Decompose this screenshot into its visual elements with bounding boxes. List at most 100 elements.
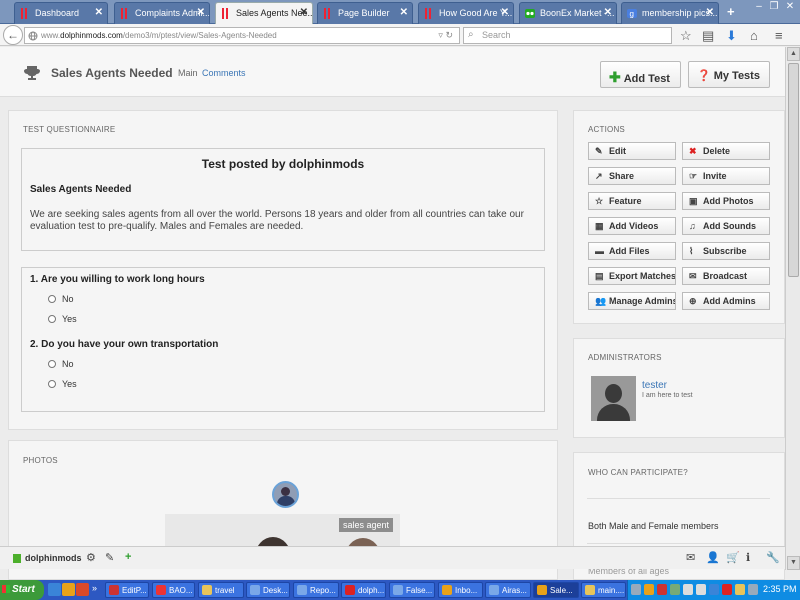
radio-button[interactable]: [48, 295, 56, 303]
menu-icon[interactable]: ≡: [775, 28, 783, 43]
desktop-icon[interactable]: [48, 583, 61, 596]
share-button[interactable]: ↗ Share: [588, 167, 676, 185]
home-icon[interactable]: ⌂: [750, 28, 758, 43]
bookmarks-list-icon[interactable]: ▤: [702, 28, 714, 44]
add-files-button[interactable]: ▬ Add Files: [588, 242, 676, 260]
photo-thumbnail[interactable]: [272, 481, 299, 508]
radio-button[interactable]: [48, 380, 56, 388]
tab-complaints[interactable]: Complaints Admi... ✕: [114, 2, 210, 24]
add-videos-button[interactable]: ▦ Add Videos: [588, 217, 676, 235]
feature-button[interactable]: ☆ Feature: [588, 192, 676, 210]
taskbar-item[interactable]: BAO...: [152, 582, 195, 598]
task-label: main....: [598, 586, 625, 595]
chevron-icon[interactable]: »: [92, 583, 97, 593]
export-matches-button[interactable]: ▤ Export Matches: [588, 267, 676, 285]
compose-icon[interactable]: ✎: [105, 551, 114, 564]
cart-icon[interactable]: 🛒: [726, 551, 740, 564]
taskbar-item[interactable]: travel: [198, 582, 244, 598]
firefox-icon[interactable]: [62, 583, 75, 596]
close-icon[interactable]: ✕: [300, 7, 308, 18]
radio-button[interactable]: [48, 360, 56, 368]
invite-button[interactable]: ☞ Invite: [682, 167, 770, 185]
back-button[interactable]: ←: [3, 25, 23, 45]
manage-admins-button[interactable]: 👥 Manage Admins: [588, 292, 676, 310]
shield-icon[interactable]: [735, 584, 745, 595]
tray-icon[interactable]: [631, 584, 641, 595]
tab-membership-pics[interactable]: g membership pics... ✕: [621, 2, 719, 24]
close-window-icon[interactable]: ✕: [783, 1, 797, 15]
tab-how-good[interactable]: How Good Are Y... ✕: [418, 2, 514, 24]
tab-sales-agents[interactable]: Sales Agents Nee... ✕: [215, 2, 313, 24]
scroll-down-icon[interactable]: ▼: [787, 556, 800, 570]
broadcast-button[interactable]: ✉ Broadcast: [682, 267, 770, 285]
button-label: Edit: [609, 146, 626, 156]
subscribe-button[interactable]: ⌇ Subscribe: [682, 242, 770, 260]
boonex-icon: [525, 9, 535, 18]
answer-option[interactable]: Yes: [48, 379, 77, 389]
wrench-icon[interactable]: 🔧: [766, 551, 780, 564]
tray-icon[interactable]: [683, 584, 693, 595]
info-icon[interactable]: ℹ: [746, 551, 750, 564]
download-icon[interactable]: ⬇: [726, 28, 737, 44]
add-photos-button[interactable]: ▣ Add Photos: [682, 192, 770, 210]
close-icon[interactable]: ✕: [604, 7, 612, 18]
taskbar-item[interactable]: False...: [389, 582, 435, 598]
bookmark-star-icon[interactable]: ☆: [680, 28, 692, 44]
new-tab-button[interactable]: +: [727, 4, 735, 19]
add-sounds-button[interactable]: ♫ Add Sounds: [682, 217, 770, 235]
plus-icon[interactable]: +: [125, 551, 131, 563]
answer-option[interactable]: No: [48, 359, 74, 369]
vertical-scrollbar[interactable]: ▲ ▼: [785, 47, 800, 570]
user-icon[interactable]: 👤: [706, 551, 720, 564]
nav-comments-link[interactable]: Comments: [202, 68, 246, 78]
add-test-button[interactable]: ✚ Add Test: [600, 61, 681, 88]
add-admins-button[interactable]: ⊕ Add Admins: [682, 292, 770, 310]
minimize-icon[interactable]: –: [752, 1, 766, 15]
delete-button[interactable]: ✖ Delete: [682, 142, 770, 160]
tab-dashboard[interactable]: Dashboard ✕: [14, 2, 108, 24]
taskbar-item[interactable]: Repo...: [293, 582, 339, 598]
scrollbar-thumb[interactable]: [788, 63, 799, 277]
volume-icon[interactable]: [748, 584, 758, 595]
close-icon[interactable]: ✕: [95, 7, 103, 18]
taskbar-item-active[interactable]: Sale...: [533, 582, 579, 598]
tray-icon[interactable]: [644, 584, 654, 595]
tray-icon[interactable]: [709, 584, 719, 595]
nav-main-link[interactable]: Main: [178, 68, 198, 78]
taskbar-item[interactable]: EditP...: [105, 582, 149, 598]
taskbar-item[interactable]: main....: [581, 582, 626, 598]
url-bar[interactable]: www.dolphinmods.com/demo3/m/ptest/view/S…: [24, 27, 460, 44]
close-icon[interactable]: ✕: [501, 7, 509, 18]
taskbar-item[interactable]: dolph...: [341, 582, 386, 598]
radio-button[interactable]: [48, 315, 56, 323]
envelope-icon[interactable]: ✉: [686, 551, 695, 564]
dropdown-arrow-icon[interactable]: ▿: [438, 30, 443, 40]
avatar[interactable]: [591, 376, 636, 421]
tray-icon[interactable]: [696, 584, 706, 595]
site-username[interactable]: dolphinmods: [25, 553, 82, 563]
tray-icon[interactable]: [657, 584, 667, 595]
taskbar-item[interactable]: Inbo...: [438, 582, 483, 598]
admin-name-link[interactable]: tester: [642, 380, 667, 391]
taskbar-item[interactable]: Airas...: [485, 582, 531, 598]
tray-icon[interactable]: [670, 584, 680, 595]
tab-page-builder[interactable]: Page Builder ✕: [317, 2, 413, 24]
photo-icon: ▣: [689, 196, 698, 206]
close-icon[interactable]: ✕: [706, 7, 714, 18]
my-tests-button[interactable]: ❓ My Tests: [688, 61, 770, 88]
answer-option[interactable]: Yes: [48, 314, 77, 324]
close-icon[interactable]: ✕: [197, 7, 205, 18]
close-icon[interactable]: ✕: [400, 7, 408, 18]
answer-option[interactable]: No: [48, 294, 74, 304]
restore-icon[interactable]: ❐: [767, 1, 781, 15]
reload-icon[interactable]: ↻: [445, 30, 453, 40]
taskbar-item[interactable]: Desk...: [246, 582, 290, 598]
tray-icon[interactable]: [722, 584, 732, 595]
search-input[interactable]: ⌕ Search: [463, 27, 672, 44]
scroll-up-icon[interactable]: ▲: [787, 47, 800, 61]
start-button[interactable]: Start: [0, 580, 44, 600]
tab-boonex-market[interactable]: BoonEx Market -... ✕: [519, 2, 617, 24]
edit-button[interactable]: ✎ Edit: [588, 142, 676, 160]
gear-icon[interactable]: ⚙: [86, 551, 96, 564]
app-icon[interactable]: [76, 583, 89, 596]
